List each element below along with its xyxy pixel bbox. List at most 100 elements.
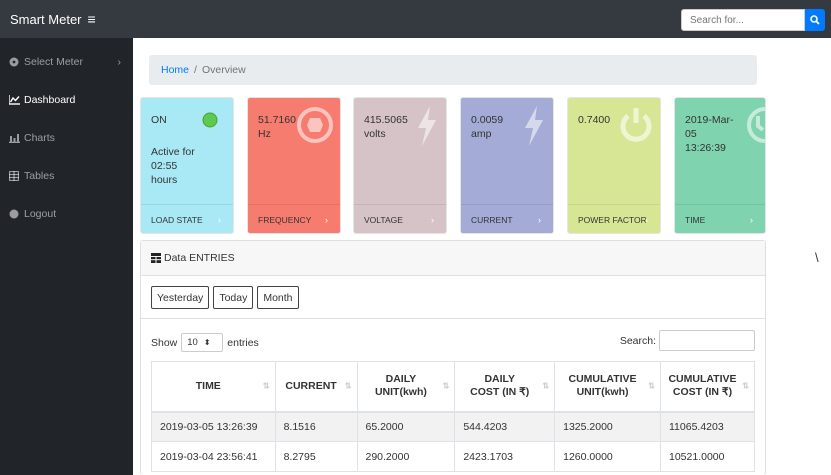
top-navbar: Smart Meter ≡ [0, 0, 831, 38]
header-line: DAILY [385, 373, 417, 386]
column-header-current[interactable]: CURRENT ⇅ [274, 361, 357, 413]
header-line: CUMULATIVE [668, 373, 737, 386]
sidebar-item-dashboard[interactable]: Dashboard [0, 85, 133, 115]
month-button[interactable]: Month [257, 286, 299, 309]
header-line: COST (IN ₹) [470, 386, 530, 399]
card-body: 2019-Mar- 05 13:26:39 [675, 98, 765, 204]
hamburger-icon[interactable]: ≡ [88, 11, 96, 27]
table-icon [151, 253, 161, 263]
card-value: 0.0059 amp [471, 113, 503, 141]
sidebar-item-select-meter[interactable]: Select Meter › [0, 47, 133, 77]
table-cell: 1260.0000 [554, 441, 661, 472]
card-power-factor: 0.7400 POWER FACTOR › [567, 97, 661, 234]
sort-icon: ⇅ [648, 381, 655, 391]
column-header-daily-cost[interactable]: DAILY COST (IN ₹) ⇅ [454, 361, 555, 413]
today-button[interactable]: Today [213, 286, 254, 309]
card-value: ON [151, 114, 167, 126]
chevron-right-icon: › [431, 215, 434, 225]
header-line: COST (IN ₹) [672, 386, 733, 399]
header-line: UNIT(kwh) [374, 386, 427, 399]
card-footer-frequency[interactable]: FREQUENCY › [248, 204, 340, 233]
table-cell: 8.2795 [274, 441, 357, 472]
status-dot-icon [202, 112, 218, 128]
panel-title: Data ENTRIES [164, 252, 235, 264]
table-cell: 2019-03-04 23:56:41 [151, 441, 276, 472]
panel-header: Data ENTRIES [141, 241, 765, 276]
card-footer-time[interactable]: TIME › [675, 204, 765, 233]
sidebar-item-label: Tables [24, 170, 55, 182]
card-footer-load-state[interactable]: LOAD STATE › [141, 204, 233, 233]
logout-icon [8, 209, 20, 219]
bolt-icon [525, 106, 543, 146]
card-sub: Active for 02:55 hours [151, 145, 195, 187]
card-value-line: 415.5065 [364, 114, 408, 126]
card-value-line: 0.7400 [578, 114, 611, 126]
breadcrumb: Home / Overview [149, 55, 757, 85]
table-cell: 10521.0000 [660, 441, 755, 472]
header-line: UNIT(kwh) [576, 386, 629, 399]
header-line: TIME [195, 379, 221, 392]
search-input[interactable] [681, 9, 805, 31]
table-search-input[interactable] [659, 330, 755, 351]
sidebar-item-charts[interactable]: Charts [0, 123, 133, 153]
card-value: 2019-Mar- 05 13:26:39 [685, 113, 733, 155]
chevron-right-icon: › [645, 215, 648, 225]
breadcrumb-separator: / [194, 64, 197, 76]
card-footer-current[interactable]: CURRENT › [461, 204, 553, 233]
card-load-state: ON Active for 02:55 hours LOAD STATE › [140, 97, 234, 234]
sidebar-item-label: Charts [24, 132, 55, 144]
table-icon [8, 171, 20, 181]
column-header-time[interactable]: TIME ⇅ [151, 361, 276, 413]
date-filter-buttons: Yesterday Today Month [151, 286, 299, 309]
table-header-row: TIME ⇅ CURRENT ⇅ DAILY UNIT(kwh) ⇅ DAILY COST… [151, 361, 755, 413]
breadcrumb-home-link[interactable]: Home [161, 64, 189, 76]
chevron-right-icon: › [750, 215, 753, 225]
column-header-daily-unit[interactable]: DAILY UNIT(kwh) ⇅ [356, 361, 455, 413]
card-value-line: volts [364, 128, 386, 140]
search-button[interactable] [805, 9, 825, 31]
sort-icon: ⇅ [742, 381, 749, 391]
card-sub-line: hours [151, 174, 178, 186]
card-value: 0.7400 [578, 113, 610, 127]
sidebar-item-label: Logout [24, 208, 57, 220]
card-value: 51.7160 Hz [258, 113, 296, 141]
sidebar-item-logout[interactable]: Logout [0, 199, 133, 229]
card-frequency: 51.7160 Hz FREQUENCY › [247, 97, 341, 234]
table-cell: 544.4203 [454, 411, 555, 442]
panel-divider [141, 318, 765, 319]
sidebar-item-label: Select Meter [24, 56, 83, 68]
column-header-cumulative-unit[interactable]: CUMULATIVE UNIT(kwh) ⇅ [554, 361, 661, 413]
entries-select-value: 10 [187, 337, 198, 348]
entries-label: entries [227, 336, 259, 349]
brand-title[interactable]: Smart Meter [10, 12, 82, 27]
table-search: Search: [620, 330, 755, 351]
card-footer-label: FREQUENCY [258, 215, 312, 225]
card-body: 0.0059 amp [461, 98, 553, 204]
card-footer-label: TIME [685, 215, 706, 225]
column-header-cumulative-cost[interactable]: CUMULATIVE COST (IN ₹) ⇅ [660, 361, 755, 413]
search-form [681, 9, 825, 31]
search-icon [810, 15, 820, 25]
table-cell: 2019-03-05 13:26:39 [151, 411, 276, 442]
data-entries-panel: Data ENTRIES Yesterday Today Month Show … [140, 240, 766, 475]
card-footer-voltage[interactable]: VOLTAGE › [354, 204, 446, 233]
card-value-line: amp [471, 128, 492, 140]
chevron-right-icon: › [117, 56, 122, 68]
entries-select[interactable]: 10 ⬍ [181, 333, 224, 352]
card-body: 51.7160 Hz [248, 98, 340, 204]
entries-length-control: Show 10 ⬍ entries [151, 333, 259, 352]
card-value-line: 13:26:39 [685, 142, 726, 154]
card-sub-line: 02:55 [151, 160, 178, 172]
sidebar-item-tables[interactable]: Tables [0, 161, 133, 191]
card-footer-power-factor[interactable]: POWER FACTOR › [568, 204, 660, 233]
header-line: CUMULATIVE [568, 373, 637, 386]
table-row: 2019-03-04 23:56:41 8.2795 290.2000 2423… [151, 441, 755, 472]
area-chart-icon [8, 95, 20, 105]
table-cell: 2423.1703 [454, 441, 555, 472]
yesterday-button[interactable]: Yesterday [151, 286, 210, 309]
sort-icon: ⇅ [542, 381, 550, 391]
data-table: TIME ⇅ CURRENT ⇅ DAILY UNIT(kwh) ⇅ DAILY COST… [151, 361, 755, 472]
edge-glyph: \ [815, 250, 819, 265]
card-body: 415.5065 volts [354, 98, 446, 204]
sidebar: Select Meter › Dashboard Charts Tables L… [0, 38, 133, 475]
